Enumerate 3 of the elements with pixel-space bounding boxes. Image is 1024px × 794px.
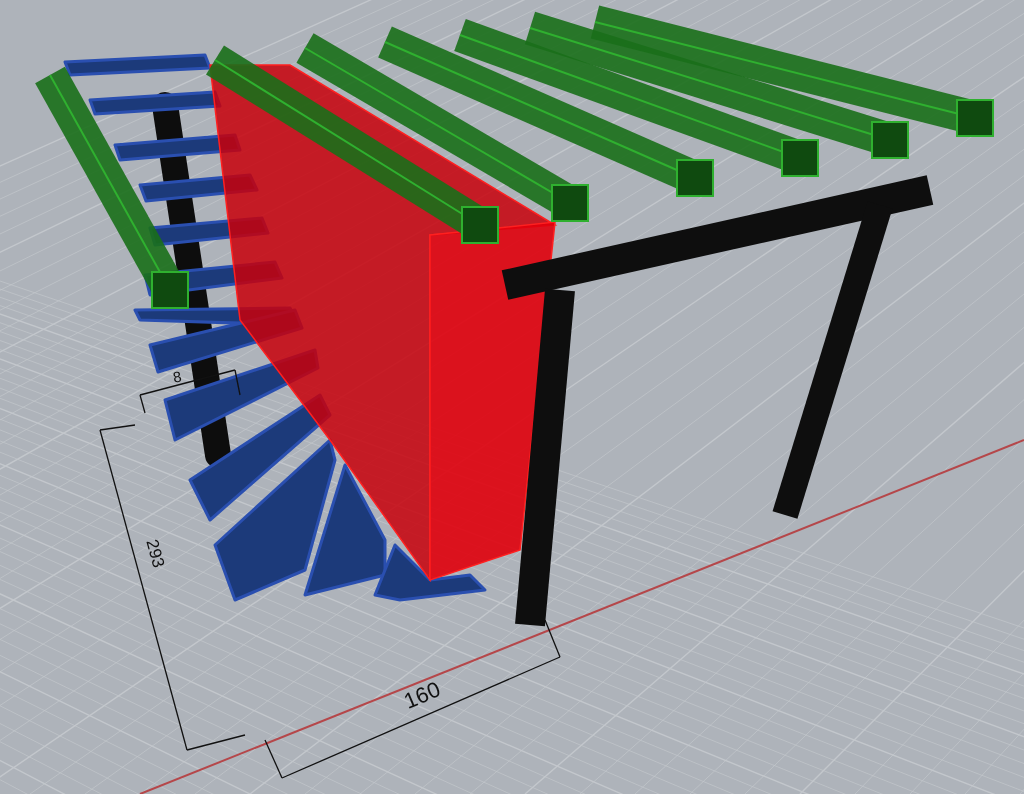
dimension-label: 8 [171, 367, 183, 386]
dimension-label: 160 [400, 676, 444, 714]
dimension-label: 293 [142, 537, 169, 570]
